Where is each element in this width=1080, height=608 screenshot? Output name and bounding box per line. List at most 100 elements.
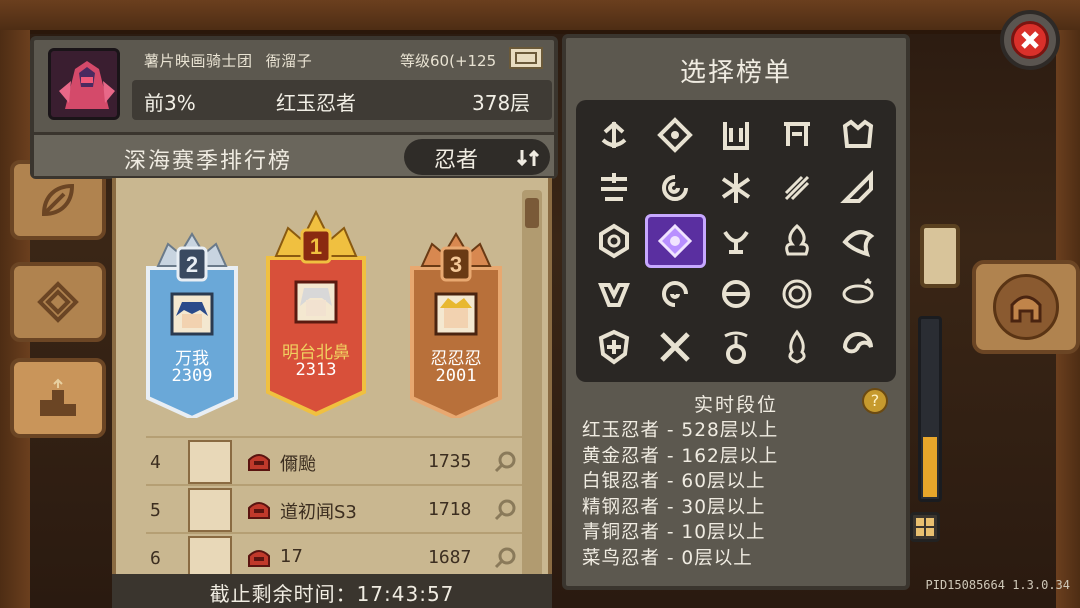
class-helmet-icon <box>248 550 270 567</box>
class-option-planet[interactable] <box>827 268 888 321</box>
help-icon[interactable]: ? <box>862 388 888 414</box>
class-option-gate[interactable] <box>766 108 827 161</box>
class-option-hex[interactable] <box>584 214 645 267</box>
tab-diamond[interactable] <box>10 262 106 342</box>
class-option-swirl[interactable] <box>645 268 706 321</box>
podium-rank-2[interactable]: 2 万我 2309 <box>138 208 246 421</box>
row-score: 1718 <box>428 499 472 520</box>
player-avatar[interactable] <box>48 48 120 120</box>
fire-spirit-icon <box>788 329 806 364</box>
class-helmet-icon <box>248 454 270 471</box>
season-row: 深海赛季排行榜 忍者 <box>34 132 554 176</box>
hero-tab[interactable] <box>972 260 1080 354</box>
search-icon[interactable] <box>494 546 518 570</box>
shield-emblem-icon <box>598 283 631 308</box>
tab-ranking[interactable] <box>10 358 106 438</box>
player-name: 衙溜子 <box>265 52 313 70</box>
mask-icon <box>722 121 749 150</box>
hex-icon <box>599 223 630 259</box>
class-option-blades[interactable] <box>706 161 767 214</box>
class-option-fire-spirit[interactable] <box>766 321 827 374</box>
row-name: 17 <box>280 546 303 567</box>
row-name: 道初闻S3 <box>280 502 357 523</box>
tier-item: 青铜忍者 - 10层以上 <box>582 522 766 543</box>
gold-banner: 1 <box>266 209 366 417</box>
rank-1-number: 1 <box>310 234 322 259</box>
rings-icon <box>782 279 812 309</box>
crossed-swords-icon <box>660 332 690 363</box>
pagoda-icon <box>601 172 628 201</box>
class-option-beast[interactable] <box>827 108 888 161</box>
row-rank: 5 <box>150 500 161 521</box>
class-option-flame[interactable] <box>766 214 827 267</box>
rank-percent: 前3% <box>144 91 196 115</box>
ticket-icon[interactable] <box>508 46 544 70</box>
row-rank: 6 <box>150 548 161 569</box>
slash-icon <box>784 175 809 200</box>
class-option-yin-yang[interactable] <box>827 321 888 374</box>
class-option-trident[interactable] <box>584 108 645 161</box>
class-option-dragon[interactable] <box>827 214 888 267</box>
shuriken-icon <box>657 116 694 153</box>
scrollbar-thumb[interactable] <box>525 198 539 228</box>
player-tier: 红玉忍者 <box>276 91 356 115</box>
rank-2-number: 2 <box>186 252 198 277</box>
podium-score-2: 2309 <box>171 366 213 386</box>
tier-item: 黄金忍者 - 162层以上 <box>582 445 779 467</box>
side-tab[interactable] <box>920 224 960 288</box>
class-option-mask[interactable] <box>706 108 767 161</box>
podium-rank-3[interactable]: 3 忍忍忍 2001 <box>402 208 510 421</box>
class-option-crossed-swords[interactable] <box>645 321 706 374</box>
game-screen: 薯片映画骑士团 衙溜子 等级60(+125 前3% 红玉忍者 378层 深海赛季… <box>0 0 1080 608</box>
helmet-icon <box>1010 295 1042 323</box>
leaderboard-scrollbar[interactable] <box>522 190 542 580</box>
class-option-claw[interactable] <box>827 161 888 214</box>
rank-3-number: 3 <box>450 252 462 277</box>
podium-rank-1[interactable]: 1 明台北鼻 2313 <box>262 188 370 417</box>
swap-icon <box>516 149 540 167</box>
search-icon[interactable] <box>494 450 518 474</box>
grid-button[interactable] <box>910 512 940 542</box>
gate-icon <box>783 121 810 146</box>
class-option-cross-shield[interactable] <box>584 321 645 374</box>
orb-icon <box>721 280 750 309</box>
player-card: 薯片映画骑士团 衙溜子 等级60(+125 前3% 红玉忍者 378层 深海赛季… <box>30 36 558 179</box>
class-icon-grid <box>576 100 896 382</box>
swirl-icon <box>662 281 689 308</box>
table-row[interactable]: 4 儞颱 1735 <box>146 436 532 484</box>
leaf-icon <box>41 183 75 217</box>
class-option-pagoda[interactable] <box>584 161 645 214</box>
class-option-shield-emblem[interactable] <box>584 268 645 321</box>
player-floor: 378层 <box>472 91 531 115</box>
class-option-rings[interactable] <box>766 268 827 321</box>
class-option-vortex[interactable] <box>645 161 706 214</box>
grid-icon <box>916 518 934 536</box>
class-helmet-icon <box>248 502 270 519</box>
blades-icon <box>721 172 751 203</box>
table-row[interactable]: 5 道初闻S3 1718 <box>146 484 532 532</box>
podium-icon <box>40 378 76 416</box>
class-option-orb[interactable] <box>706 268 767 321</box>
silver-banner: 2 <box>146 232 238 421</box>
class-option-shuriken[interactable] <box>645 108 706 161</box>
bull-icon <box>724 331 748 365</box>
claw-icon <box>839 169 873 203</box>
planet-icon <box>842 278 874 304</box>
class-filter-select[interactable]: 忍者 <box>404 139 550 175</box>
row-name: 儞颱 <box>280 454 316 475</box>
trident-icon <box>602 120 627 148</box>
tier-item: 精钢忍者 - 30层以上 <box>582 496 766 518</box>
close-button[interactable] <box>1000 10 1060 70</box>
frame-top <box>0 0 1080 34</box>
class-filter-label: 忍者 <box>434 148 479 173</box>
player-portrait <box>51 51 117 117</box>
tier-item: 菜鸟忍者 - 0层以上 <box>582 547 753 569</box>
bronze-banner: 3 <box>410 232 502 421</box>
class-option-antlers[interactable] <box>706 214 767 267</box>
class-option-ninja-star[interactable] <box>644 214 706 268</box>
class-option-bull[interactable] <box>706 321 767 374</box>
search-icon[interactable] <box>494 498 518 522</box>
class-option-slash[interactable] <box>766 161 827 214</box>
table-row[interactable]: 6 17 1687 <box>146 532 532 580</box>
progress-fill <box>923 437 937 497</box>
